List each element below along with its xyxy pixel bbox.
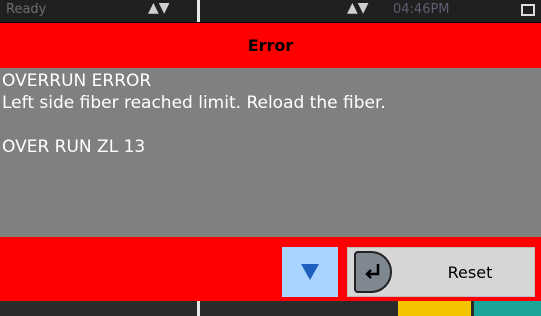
message-line-3 bbox=[2, 114, 538, 136]
enter-return-icon bbox=[354, 251, 392, 293]
background-bottom-bar bbox=[0, 301, 541, 316]
bottom-teal-button bbox=[474, 301, 541, 316]
background-status-bar: Ready ▲▼ ▲▼ 04:46PM bbox=[0, 0, 541, 22]
enter-arrow-icon bbox=[365, 264, 380, 279]
message-line-4: OVER RUN ZL 13 bbox=[2, 137, 146, 157]
error-dialog: Error OVERRUN ERROR Left side fiber reac… bbox=[0, 23, 541, 301]
reset-label: Reset bbox=[447, 262, 493, 282]
status-text: Ready bbox=[6, 2, 47, 17]
status-divider bbox=[197, 0, 200, 22]
reset-button[interactable]: Reset bbox=[347, 247, 535, 297]
error-message: OVERRUN ERROR Left side fiber reached li… bbox=[2, 70, 538, 158]
scroll-down-button[interactable] bbox=[282, 247, 338, 297]
triangle-down-icon bbox=[301, 264, 319, 280]
dialog-footer: Reset bbox=[0, 237, 541, 301]
window-box-icon bbox=[521, 4, 535, 16]
bottom-yellow-button bbox=[398, 301, 471, 316]
bottom-divider bbox=[197, 301, 200, 316]
left-arrows-icon: ▲▼ bbox=[148, 0, 170, 16]
message-line-1: OVERRUN ERROR bbox=[2, 71, 152, 91]
message-line-2: Left side fiber reached limit. Reload th… bbox=[2, 93, 386, 113]
dialog-title: Error bbox=[0, 23, 541, 68]
right-arrows-icon: ▲▼ bbox=[347, 0, 369, 16]
status-time: 04:46PM bbox=[393, 2, 450, 17]
